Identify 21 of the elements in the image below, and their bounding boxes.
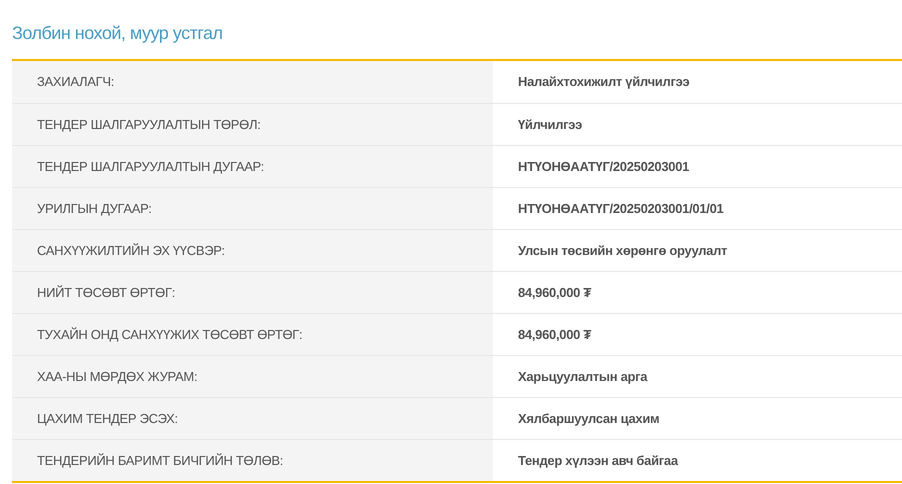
field-value: 84,960,000 ₮ xyxy=(518,326,592,344)
field-label: ТЕНДЕРИЙН БАРИМТ БИЧГИЙН ТӨЛӨВ: xyxy=(37,452,284,470)
field-value: Налайхтохижилт үйлчилгээ xyxy=(518,73,690,92)
field-value: Хялбаршуулсан цахим xyxy=(518,410,660,428)
field-value: Харьцуулалтын арга xyxy=(518,368,648,386)
page-title: Золбин нохой, муур устгал xyxy=(12,22,223,45)
field-value: НТҮОНӨААТҮГ/20250203001 xyxy=(518,158,690,176)
field-label: ТЕНДЕР ШАЛГАРУУЛАЛТЫН ДУГААР: xyxy=(37,158,264,176)
field-label: ТУХАЙН ОНД САНХҮҮЖИХ ТӨСӨВТ ӨРТӨГ: xyxy=(37,326,302,344)
field-label: ХАА-НЫ МӨРДӨХ ЖУРАМ: xyxy=(37,368,198,386)
field-value: Үйлчилгээ xyxy=(518,116,582,134)
field-label: ЗАХИАЛАГЧ: xyxy=(37,73,114,92)
field-value: Тендер хүлээн авч байгаа xyxy=(518,452,678,470)
field-value: НТҮОНӨААТҮГ/20250203001/01/01 xyxy=(518,200,724,218)
field-label: ЦАХИМ ТЕНДЕР ЭСЭХ: xyxy=(37,410,178,428)
field-label: НИЙТ ТӨСӨВТ ӨРТӨГ: xyxy=(37,284,176,302)
field-value: 84,960,000 ₮ xyxy=(518,284,592,302)
field-label: САНХҮҮЖИЛТИЙН ЭХ ҮҮСВЭР: xyxy=(37,242,225,260)
field-label: ТЕНДЕР ШАЛГАРУУЛАЛТЫН ТӨРӨЛ: xyxy=(37,116,261,134)
field-label: УРИЛГЫН ДУГААР: xyxy=(37,200,152,218)
field-value: Улсын төсвийн хөрөнгө оруулалт xyxy=(518,242,728,260)
